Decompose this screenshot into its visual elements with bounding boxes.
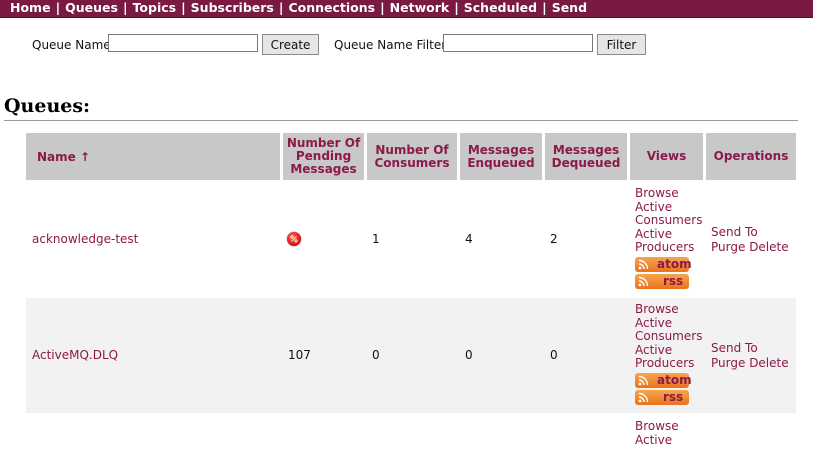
atom-feed-button[interactable]: atom: [635, 372, 692, 388]
enqueued-count: 0: [465, 348, 473, 362]
nav-separator: |: [278, 0, 284, 15]
table-row: Browse Active: [26, 415, 796, 455]
header-pending-messages[interactable]: Number Of Pending Messages: [283, 133, 364, 180]
views-cell: Browse Active: [635, 419, 679, 448]
queue-name-filter-input[interactable]: [443, 34, 593, 52]
nav-separator: |: [122, 0, 128, 15]
nav-home[interactable]: Home: [10, 0, 51, 15]
header-operations: Operations: [706, 133, 796, 180]
table-row: ActiveMQ.DLQ 107 0 0 0 Browse Active Cons…: [26, 298, 796, 413]
header-name[interactable]: Name ↑: [26, 133, 280, 180]
nav-scheduled[interactable]: Scheduled: [464, 0, 537, 15]
rss-label: rss: [663, 273, 684, 288]
active-consumers-link[interactable]: Active Consumers: [635, 316, 702, 344]
filter-button[interactable]: Filter: [597, 34, 646, 55]
queue-name-link[interactable]: ActiveMQ.DLQ: [32, 348, 118, 362]
operations-cell: Send To Purge Delete: [711, 341, 789, 370]
header-line: Number Of: [375, 142, 449, 157]
page-title: Queues:: [4, 95, 91, 117]
active-consumers-link[interactable]: Active Consumers: [635, 200, 702, 228]
header-line: Messages: [290, 162, 357, 176]
create-button[interactable]: Create: [262, 34, 319, 55]
send-to-link[interactable]: Send To: [711, 225, 758, 239]
purge-link[interactable]: Purge: [711, 240, 745, 254]
dequeued-count: 0: [550, 348, 558, 362]
header-line: Messages: [467, 142, 535, 157]
nav-queues[interactable]: Queues: [65, 0, 118, 15]
send-to-link[interactable]: Send To: [711, 341, 758, 355]
header-line: Dequeued: [551, 155, 621, 170]
rss-icon: [638, 375, 649, 386]
nav-separator: |: [380, 0, 385, 15]
header-line: Messages: [552, 142, 620, 157]
rss-feed-button[interactable]: rss: [635, 389, 689, 405]
queue-name-link[interactable]: acknowledge-test: [32, 232, 138, 246]
header-line: Consumers: [374, 155, 450, 170]
atom-label: atom: [657, 372, 692, 387]
nav-topics[interactable]: Topics: [133, 0, 177, 15]
browse-link[interactable]: Browse: [635, 419, 679, 434]
nav-separator: |: [454, 0, 459, 15]
enqueued-count: 4: [465, 232, 473, 246]
browse-link[interactable]: Browse: [635, 186, 702, 201]
delete-link[interactable]: Delete: [749, 356, 788, 370]
rss-icon: [638, 392, 649, 403]
atom-feed-button[interactable]: atom: [635, 256, 692, 272]
top-nav-bar: Home | Queues | Topics | Subscribers | Connectio…: [0, 0, 813, 18]
nav-send[interactable]: Send: [552, 0, 587, 15]
pending-count: 107: [288, 348, 311, 362]
header-line: Pending: [295, 149, 352, 163]
header-views: Views: [630, 133, 703, 180]
rss-icon: [638, 259, 649, 270]
header-line: Number Of: [286, 136, 361, 150]
header-messages-dequeued[interactable]: Messages Dequeued: [545, 133, 627, 180]
rss-icon: [638, 276, 649, 287]
queue-name-cell: ActiveMQ.DLQ: [32, 348, 118, 362]
header-line: Enqueued: [467, 155, 535, 170]
views-cell: Browse Active Consumers Active Producers a…: [635, 302, 702, 405]
header-number-of-consumers[interactable]: Number Of Consumers: [367, 133, 457, 180]
nav-separator: |: [55, 0, 61, 15]
nav-separator: |: [542, 0, 547, 15]
queue-name-filter-label: Queue Name Filter: [334, 38, 447, 52]
nav-links: Home | Queues | Topics | Subscribers | Connectio…: [10, 0, 587, 15]
nav-separator: |: [181, 0, 186, 15]
rss-feed-button[interactable]: rss: [635, 273, 689, 289]
atom-label: atom: [657, 256, 692, 271]
purge-link[interactable]: Purge: [711, 356, 745, 370]
rss-label: rss: [663, 389, 684, 404]
queue-name-label: Queue Name: [32, 38, 111, 52]
queue-name-input[interactable]: [108, 34, 258, 52]
views-cell: Browse Active Consumers Active Producers a…: [635, 186, 702, 289]
browse-link[interactable]: Browse: [635, 302, 702, 317]
nav-connections[interactable]: Connections: [288, 0, 375, 15]
queue-name-cell: acknowledge-test: [32, 232, 138, 246]
operations-cell: Send To Purge Delete: [711, 225, 789, 254]
dequeued-count: 2: [550, 232, 558, 246]
nav-network[interactable]: Network: [390, 0, 450, 15]
nav-subscribers[interactable]: Subscribers: [191, 0, 274, 15]
delete-link[interactable]: Delete: [749, 240, 788, 254]
title-divider: [4, 120, 798, 121]
consumers-count: 1: [372, 232, 380, 246]
table-row: acknowledge-test 1 4 2 Browse Active Cons…: [26, 183, 796, 296]
active-producers-link[interactable]: Active Producers: [635, 227, 702, 255]
red-dot-icon: [287, 232, 301, 246]
header-messages-enqueued[interactable]: Messages Enqueued: [460, 133, 542, 180]
active-producers-link[interactable]: Active Producers: [635, 343, 702, 371]
active-consumers-link[interactable]: Active: [635, 433, 679, 448]
consumers-count: 0: [372, 348, 380, 362]
